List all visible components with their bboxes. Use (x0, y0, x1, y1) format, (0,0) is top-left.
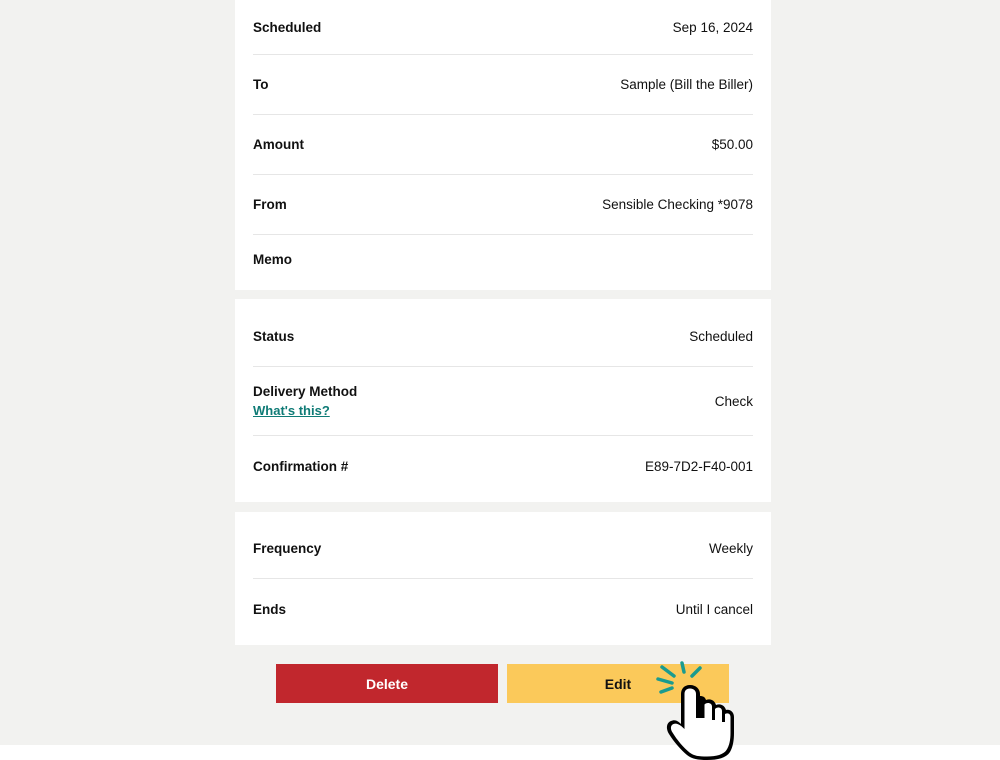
memo-row: Memo (253, 235, 753, 285)
scheduled-row: Scheduled Sep 16, 2024 (253, 0, 753, 55)
ends-value: Until I cancel (675, 601, 753, 617)
amount-label: Amount (253, 137, 304, 152)
frequency-label: Frequency (253, 541, 322, 556)
from-label: From (253, 197, 287, 212)
to-value: Sample (Bill the Biller) (620, 77, 753, 92)
scheduled-label: Scheduled (253, 19, 322, 35)
ends-label: Ends (253, 601, 287, 617)
confirmation-label: Confirmation # (253, 458, 349, 474)
to-label: To (253, 77, 269, 92)
delivery-method-value: Check (714, 393, 753, 409)
delivery-method-row: Delivery Method What's this? Check (253, 367, 753, 436)
delivery-method-label-group: Delivery Method What's this? (253, 384, 357, 418)
from-value: Sensible Checking *9078 (602, 197, 753, 212)
confirmation-value: E89-7D2-F40-001 (644, 458, 753, 474)
status-card: Status Scheduled Delivery Method What's … (235, 299, 771, 502)
amount-value: $50.00 (711, 137, 753, 152)
confirmation-row: Confirmation # E89-7D2-F40-001 (253, 436, 753, 496)
status-row: Status Scheduled (253, 306, 753, 367)
status-label: Status (253, 328, 295, 344)
whats-this-link[interactable]: What's this? (253, 403, 357, 418)
amount-row: Amount $50.00 (253, 115, 753, 175)
footer-strip (0, 745, 1000, 760)
to-row: To Sample (Bill the Biller) (253, 55, 753, 115)
payment-details-card: Scheduled Sep 16, 2024 To Sample (Bill t… (235, 0, 771, 290)
pointer-hand-icon (656, 661, 734, 760)
memo-label: Memo (253, 252, 293, 267)
from-row: From Sensible Checking *9078 (253, 175, 753, 235)
frequency-value: Weekly (708, 541, 753, 556)
scheduled-value: Sep 16, 2024 (672, 19, 753, 35)
delivery-method-label: Delivery Method (253, 384, 358, 399)
ends-row: Ends Until I cancel (253, 579, 753, 639)
delete-button[interactable]: Delete (276, 664, 498, 703)
frequency-row: Frequency Weekly (253, 519, 753, 579)
recurrence-card: Frequency Weekly Ends Until I cancel (235, 512, 771, 645)
status-value: Scheduled (689, 328, 753, 344)
